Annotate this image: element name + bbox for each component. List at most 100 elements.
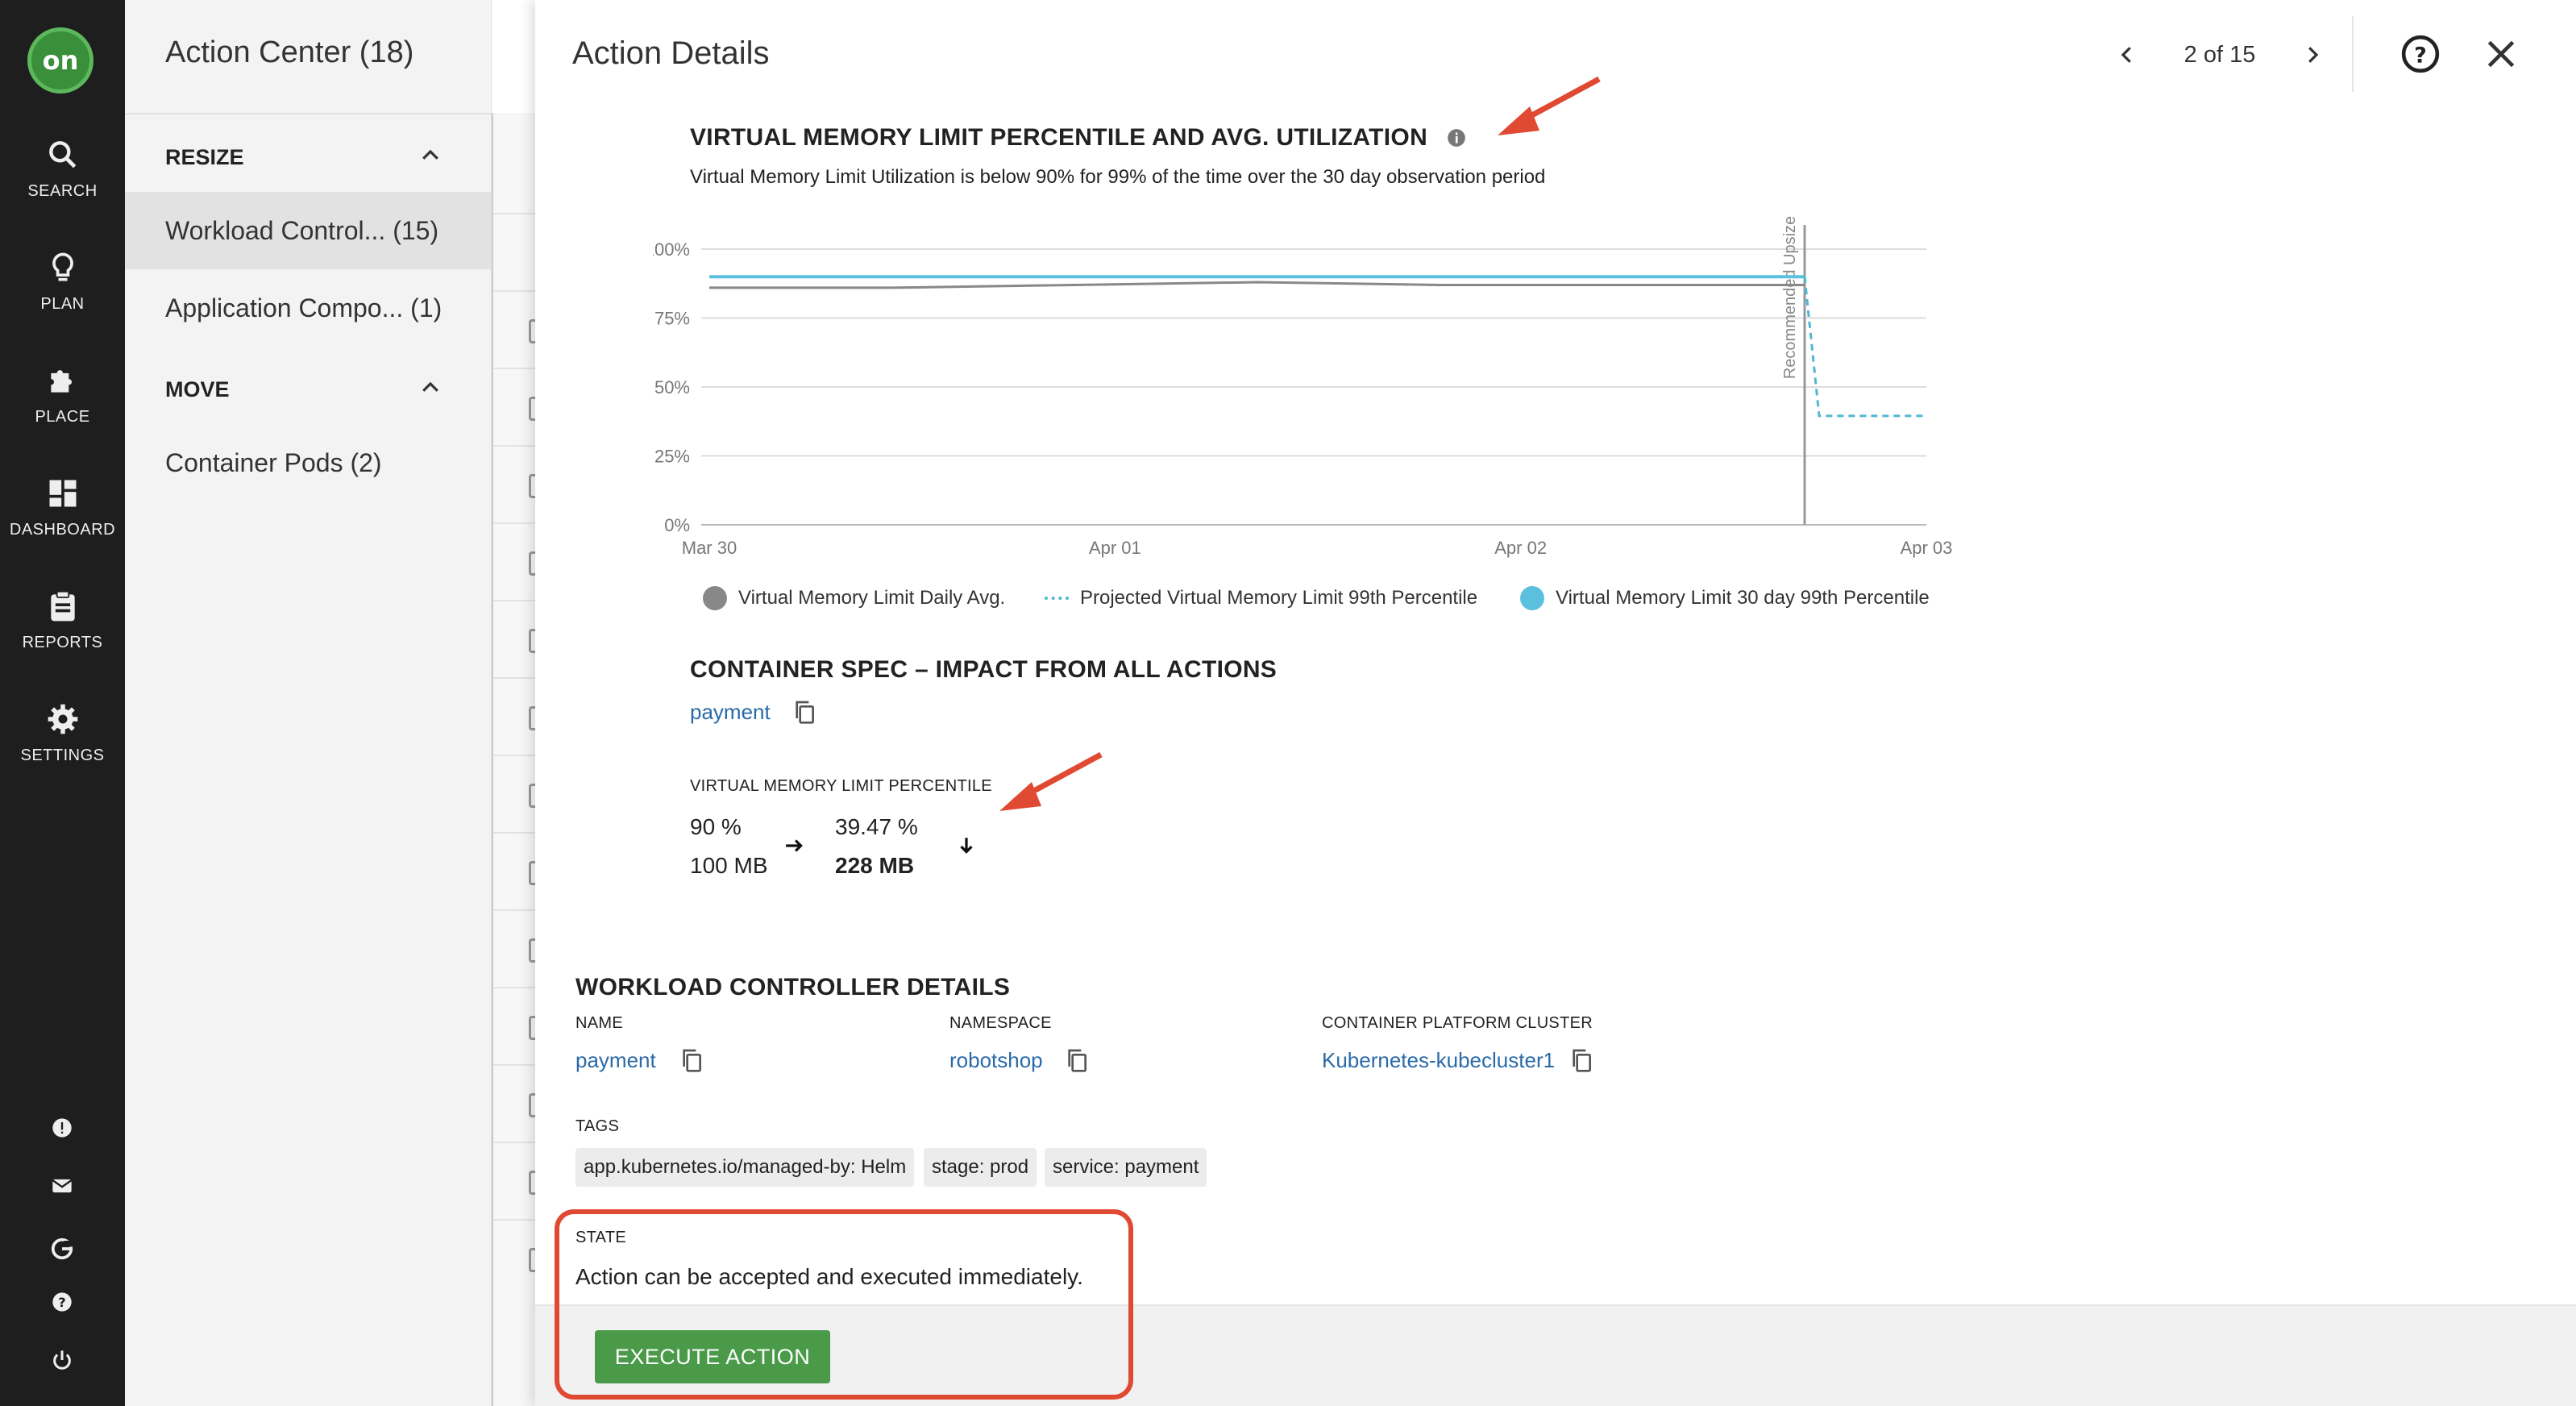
- nav-reports-label: REPORTS: [22, 634, 103, 651]
- nav-place[interactable]: PLACE: [0, 363, 125, 426]
- copy-icon[interactable]: [679, 1046, 704, 1074]
- container-spec-link[interactable]: payment: [690, 700, 771, 725]
- row-divider: [493, 909, 542, 911]
- legend-item-30day: Virtual Memory Limit 30 day 99th Percent…: [1520, 582, 1930, 614]
- nav-reports[interactable]: REPORTS: [0, 589, 125, 652]
- ac-item-label: Application Compo... (1): [165, 293, 442, 322]
- from-percent: 90 %: [690, 814, 742, 839]
- divider: [125, 113, 492, 114]
- info-icon[interactable]: [1446, 127, 1467, 148]
- tag-chip: app.kubernetes.io/managed-by: Helm: [575, 1148, 915, 1187]
- resize-section-header[interactable]: RESIZE: [165, 145, 244, 170]
- workload-details-title: WORKLOAD CONTROLLER DETAILS: [575, 974, 1011, 1000]
- nav-plan-label: PLAN: [40, 295, 85, 313]
- namespace-link[interactable]: robotshop: [949, 1048, 1043, 1073]
- row-divider: [493, 522, 542, 524]
- row-divider: [493, 755, 542, 756]
- nav-plan[interactable]: PLAN: [0, 250, 125, 314]
- row-divider: [493, 987, 542, 988]
- chart-section-title: VIRTUAL MEMORY LIMIT PERCENTILE AND AVG.…: [690, 124, 1428, 151]
- dashboard-icon: [49, 480, 76, 507]
- puzzle-icon: [50, 370, 72, 393]
- legend-item-projected: Projected Virtual Memory Limit 99th Perc…: [1045, 582, 1477, 614]
- close-icon[interactable]: [2481, 34, 2521, 74]
- chart-subtitle: Virtual Memory Limit Utilization is belo…: [690, 166, 1546, 188]
- cluster-link[interactable]: Kubernetes-kubecluster1: [1322, 1048, 1555, 1073]
- row-divider: [493, 1064, 542, 1066]
- copy-icon[interactable]: [1064, 1046, 1090, 1074]
- row-divider: [493, 832, 542, 834]
- arrow-right-icon: [786, 839, 803, 852]
- action-center-title: Action Center (18): [165, 35, 414, 69]
- action-center-panel: Action Center (18) RESIZE Workload Contr…: [125, 0, 492, 1406]
- move-section-header[interactable]: MOVE: [165, 377, 230, 402]
- from-size: 100 MB: [690, 853, 768, 878]
- y-tick-label: 25%: [654, 447, 690, 467]
- row-divider: [493, 368, 542, 369]
- name-link[interactable]: payment: [575, 1048, 656, 1073]
- pager-text: 2 of 15: [2183, 41, 2256, 68]
- ac-item-workload-controllers[interactable]: Workload Control... (15): [125, 192, 492, 269]
- copy-icon[interactable]: [791, 698, 817, 726]
- y-tick-label: 0%: [664, 515, 690, 535]
- logo[interactable]: on: [27, 27, 93, 94]
- background-list: [492, 113, 542, 1406]
- y-tick-label: 100%: [653, 239, 690, 260]
- mail-icon[interactable]: [42, 1166, 82, 1206]
- power-icon[interactable]: [42, 1340, 82, 1380]
- chevron-right-icon[interactable]: [2300, 43, 2325, 67]
- annotation-highlight: [555, 1209, 1133, 1400]
- help-icon[interactable]: ?: [2400, 34, 2441, 74]
- y-tick-label: 50%: [654, 377, 690, 397]
- nav-place-label: PLACE: [35, 408, 90, 426]
- gear-icon: [48, 704, 77, 734]
- nav-search[interactable]: SEARCH: [0, 137, 125, 201]
- nav-dashboard[interactable]: DASHBOARD: [0, 476, 125, 539]
- row-divider: [493, 677, 542, 679]
- annotation-arrow: [1498, 76, 1601, 135]
- legend-label: Virtual Memory Limit 30 day 99th Percent…: [1556, 587, 1930, 609]
- chevron-left-icon[interactable]: [2115, 43, 2139, 67]
- series-daily-avg-line: [709, 281, 1805, 289]
- tag-chip: stage: prod: [924, 1148, 1037, 1187]
- google-icon[interactable]: [42, 1229, 82, 1269]
- series-projected-line: [1803, 277, 1926, 418]
- to-size: 228 MB: [835, 853, 915, 878]
- y-tick-label: 75%: [654, 309, 690, 329]
- row-divider: [493, 600, 542, 601]
- logo-text: on: [42, 45, 79, 76]
- x-tick-label: Apr 03: [1901, 538, 1953, 558]
- copy-icon[interactable]: [1568, 1046, 1594, 1074]
- divider: [2352, 16, 2354, 92]
- ac-item-label: Container Pods (2): [165, 447, 382, 477]
- x-tick-label: Mar 30: [682, 538, 737, 558]
- nav-search-label: SEARCH: [27, 182, 98, 200]
- tags-label: TAGS: [575, 1117, 620, 1135]
- help-icon[interactable]: ?: [42, 1282, 82, 1322]
- search-icon: [48, 141, 76, 168]
- legend-item-daily-avg: Virtual Memory Limit Daily Avg.: [703, 582, 1005, 614]
- legend-swatch: [1520, 586, 1544, 610]
- legend-label: Projected Virtual Memory Limit 99th Perc…: [1080, 587, 1478, 609]
- tag-chip: service: payment: [1045, 1148, 1207, 1187]
- chevron-up-icon[interactable]: [418, 144, 442, 168]
- name-label: NAME: [575, 1014, 623, 1032]
- utilization-chart: 0% 25% 50% 75% 100% Mar 30 Apr 01 Apr 02 Apr 03 R…: [653, 216, 1953, 558]
- alert-icon[interactable]: [42, 1108, 82, 1148]
- to-percent: 39.47 %: [835, 814, 918, 839]
- ac-item-application-components[interactable]: Application Compo... (1): [125, 269, 492, 347]
- nav-settings[interactable]: SETTINGS: [0, 701, 125, 765]
- clipboard-icon: [50, 590, 75, 622]
- cluster-label: CONTAINER PLATFORM CLUSTER: [1322, 1014, 1593, 1032]
- x-tick-label: Apr 01: [1089, 538, 1141, 558]
- container-spec-title: CONTAINER SPEC – IMPACT FROM ALL ACTIONS: [690, 656, 1278, 683]
- ac-item-container-pods[interactable]: Container Pods (2): [125, 424, 492, 501]
- pager: 2 of 15: [2115, 39, 2325, 71]
- svg-text:?: ?: [2414, 43, 2427, 68]
- recommended-marker-label: Recommended Upsize: [1781, 216, 1799, 379]
- row-divider: [493, 213, 542, 214]
- modal-title: Action Details: [572, 35, 770, 71]
- arrow-down-icon: [960, 838, 973, 854]
- main-nav: on SEARCH PLAN PLACE DASHBOARD REPORTS S…: [0, 0, 125, 1406]
- chevron-up-icon[interactable]: [418, 376, 442, 400]
